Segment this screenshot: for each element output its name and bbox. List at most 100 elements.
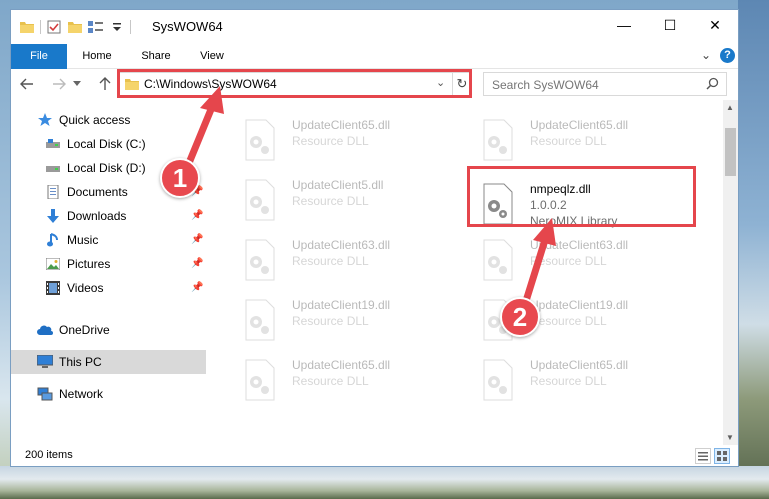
window-title: SysWOW64 xyxy=(152,19,223,34)
expand-ribbon-icon[interactable]: ⌄ xyxy=(701,48,711,62)
file-type: Resource DLL xyxy=(292,254,369,268)
item-count: 200 items xyxy=(25,449,73,461)
sidebar-item-local-disk-c[interactable]: Local Disk (C:) xyxy=(11,132,206,156)
file-type: Resource DLL xyxy=(292,314,369,328)
file-name: UpdateClient19.dll xyxy=(292,298,391,312)
file-item[interactable]: UpdateClient19.dll Resource DLL xyxy=(236,292,466,348)
sidebar-item-label: Local Disk (D:) xyxy=(67,161,146,175)
sidebar-item-music[interactable]: Music 📌 xyxy=(11,228,206,252)
dll-file-icon xyxy=(245,299,275,341)
sidebar-item-onedrive[interactable]: OneDrive xyxy=(11,318,206,342)
file-type: Resource DLL xyxy=(292,134,369,148)
back-arrow-icon[interactable] xyxy=(17,74,37,94)
customize-toolbar-icon[interactable] xyxy=(109,19,125,35)
status-bar: 200 items xyxy=(11,445,738,466)
file-type: Resource DLL xyxy=(292,194,369,208)
sidebar-item-quick-access[interactable]: Quick access xyxy=(11,108,206,132)
file-item[interactable]: UpdateClient65.dll Resource DLL xyxy=(474,112,704,168)
drive-icon xyxy=(45,160,61,176)
quick-access-toolbar xyxy=(19,19,131,35)
drive-icon xyxy=(45,136,61,152)
tiles-view-icon[interactable] xyxy=(714,448,730,464)
sidebar-item-label: Videos xyxy=(67,281,104,295)
pin-icon[interactable]: 📌 xyxy=(191,234,203,245)
pin-icon[interactable]: 📌 xyxy=(191,282,203,293)
sidebar-item-label: Quick access xyxy=(59,113,131,127)
dll-file-icon xyxy=(245,179,275,221)
file-name: UpdateClient63.dll xyxy=(292,238,391,252)
file-item[interactable]: UpdateClient5.dll Resource DLL xyxy=(236,172,466,228)
sidebar-item-downloads[interactable]: Downloads 📌 xyxy=(11,204,206,228)
file-type: Resource DLL xyxy=(530,374,607,388)
file-item[interactable]: UpdateClient63.dll Resource DLL xyxy=(236,232,466,288)
details-view-icon[interactable] xyxy=(695,448,711,464)
navigation-pane: Quick access Local Disk (C:) Local Disk … xyxy=(11,100,206,445)
file-type: Resource DLL xyxy=(292,374,369,388)
desktop-wallpaper-right xyxy=(738,0,769,499)
forward-arrow-icon[interactable] xyxy=(49,74,69,94)
sidebar-item-network[interactable]: Network xyxy=(11,382,206,406)
videos-icon xyxy=(45,280,61,296)
network-icon xyxy=(37,386,53,402)
file-name: UpdateClient65.dll xyxy=(292,358,391,372)
search-icon[interactable] xyxy=(706,77,719,93)
dll-file-icon xyxy=(245,119,275,161)
pin-icon[interactable]: 📌 xyxy=(191,258,203,269)
sidebar-item-this-pc[interactable]: This PC xyxy=(11,350,206,374)
toolbar-separator xyxy=(40,20,41,34)
file-name: UpdateClient5.dll xyxy=(292,178,384,192)
file-type: Resource DLL xyxy=(530,134,607,148)
address-bar-highlight xyxy=(117,69,472,98)
cloud-icon xyxy=(37,322,53,338)
sidebar-item-label: Pictures xyxy=(67,257,111,271)
file-item[interactable]: UpdateClient65.dll Resource DLL xyxy=(236,352,466,408)
folder-icon[interactable] xyxy=(19,19,35,35)
sidebar-item-pictures[interactable]: Pictures 📌 xyxy=(11,252,206,276)
search-input[interactable] xyxy=(490,76,694,94)
tab-view[interactable]: View xyxy=(191,44,233,68)
dll-file-icon xyxy=(483,239,513,281)
step-1-badge: 1 xyxy=(160,158,200,198)
sidebar-item-label: Local Disk (C:) xyxy=(67,137,146,151)
vertical-scrollbar[interactable]: ▲ ▼ xyxy=(723,100,738,445)
new-folder-icon[interactable] xyxy=(67,19,83,35)
ribbon-tabs: File Home Share View ⌄ ? xyxy=(11,44,738,100)
file-item[interactable]: UpdateClient63.dll Resource DLL xyxy=(474,232,704,288)
search-box[interactable] xyxy=(483,72,727,96)
sidebar-item-label: Downloads xyxy=(67,209,127,223)
maximize-button[interactable]: ☐ xyxy=(647,10,693,40)
title-bar: SysWOW64 — ☐ ✕ xyxy=(11,10,738,44)
tab-share[interactable]: Share xyxy=(131,44,181,68)
file-name: UpdateClient19.dll xyxy=(530,298,629,312)
sidebar-item-label: This PC xyxy=(59,355,102,369)
file-list: UpdateClient65.dll Resource DLL UpdateCl… xyxy=(216,100,723,445)
scroll-down-arrow-icon[interactable]: ▼ xyxy=(726,433,734,442)
documents-icon xyxy=(45,184,61,200)
file-type: Resource DLL xyxy=(530,254,607,268)
desktop-wallpaper-bottom xyxy=(0,466,769,499)
file-type: Resource DLL xyxy=(530,314,607,328)
properties-icon[interactable] xyxy=(46,19,62,35)
file-item[interactable]: UpdateClient65.dll Resource DLL xyxy=(474,352,704,408)
view-options-icon[interactable] xyxy=(88,19,104,35)
computer-icon xyxy=(37,354,53,370)
scrollbar-thumb[interactable] xyxy=(725,128,736,176)
file-name: UpdateClient65.dll xyxy=(530,118,629,132)
dll-file-icon xyxy=(483,119,513,161)
pin-icon[interactable]: 📌 xyxy=(191,210,203,221)
sidebar-item-label: OneDrive xyxy=(59,323,110,337)
dll-file-icon xyxy=(245,359,275,401)
tab-home[interactable]: Home xyxy=(73,44,121,68)
sidebar-item-videos[interactable]: Videos 📌 xyxy=(11,276,206,300)
close-button[interactable]: ✕ xyxy=(692,10,738,40)
recent-locations-icon[interactable] xyxy=(71,74,83,94)
help-button[interactable]: ? xyxy=(720,48,735,63)
up-arrow-icon[interactable] xyxy=(95,74,115,94)
dll-file-icon xyxy=(483,359,513,401)
file-highlight xyxy=(467,166,696,227)
dll-file-icon xyxy=(245,239,275,281)
minimize-button[interactable]: — xyxy=(601,10,647,40)
sidebar-item-label: Documents xyxy=(67,185,128,199)
file-item[interactable]: UpdateClient65.dll Resource DLL xyxy=(236,112,466,168)
scroll-up-arrow-icon[interactable]: ▲ xyxy=(726,103,734,112)
